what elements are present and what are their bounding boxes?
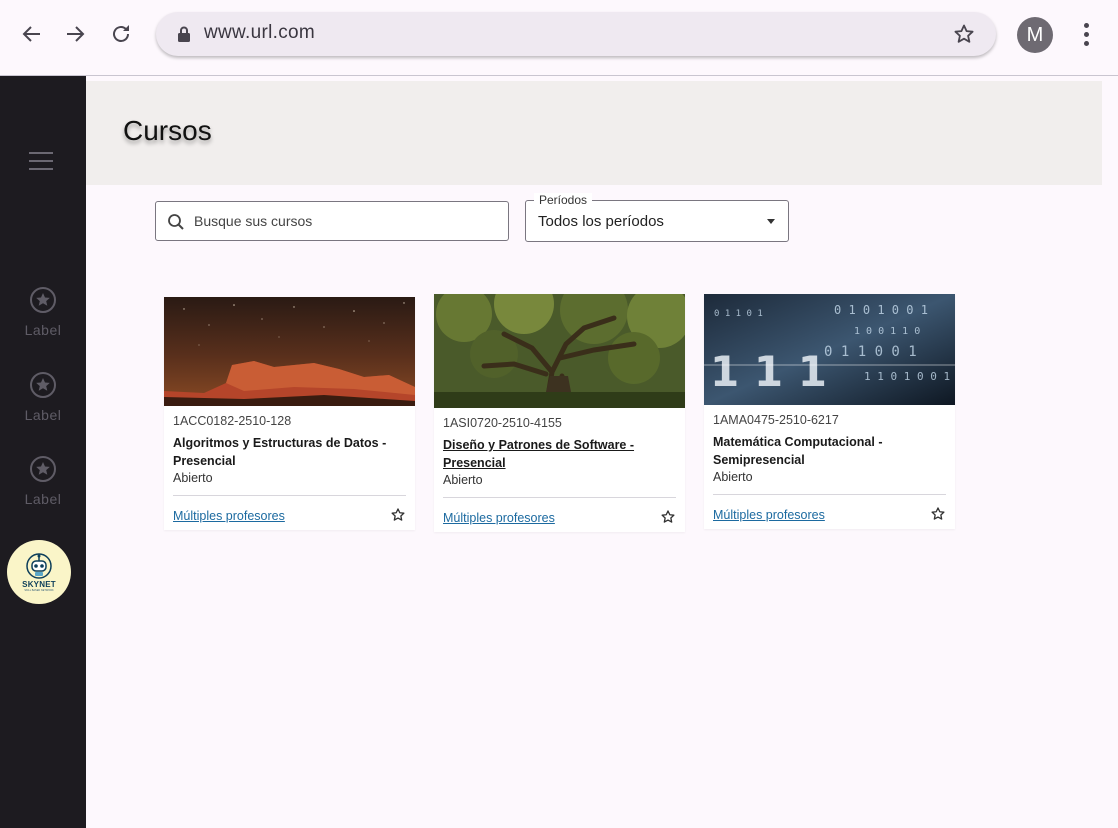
course-code: 1AMA0475-2510-6217 [713,413,839,427]
svg-text:0 1 0 1 0 0 1: 0 1 0 1 0 0 1 [834,303,928,317]
rail-item-3[interactable]: Label [0,455,86,507]
favorite-star-icon[interactable] [930,506,946,522]
address-bar[interactable]: www.url.com [156,12,996,56]
teachers-link[interactable]: Múltiples profesores [443,511,555,525]
skynet-logo[interactable]: SKYNET SKILL BASED NETWORK [7,540,71,604]
course-card[interactable]: 1ASI0720-2510-4155 Diseño y Patrones de … [434,294,685,532]
svg-text:0 1 1 0 1: 0 1 1 0 1 [714,309,763,319]
star-circle-icon [30,287,56,313]
star-circle-icon [30,372,56,398]
teachers-link[interactable]: Múltiples profesores [173,509,285,523]
rail-item-label: Label [24,407,62,423]
url-text[interactable]: www.url.com [204,22,315,44]
course-code: 1ASI0720-2510-4155 [443,416,562,430]
page-title: Cursos [123,115,212,146]
search-icon [168,214,184,230]
course-status: Abierto [443,473,483,487]
browser-toolbar: www.url.com M [0,0,1118,76]
forward-icon[interactable] [59,18,91,50]
course-status: Abierto [713,470,753,484]
rail-item-2[interactable]: Label [0,371,86,423]
course-image-green-tree [434,294,685,408]
period-select[interactable]: Períodos Todos los períodos [525,193,789,242]
back-icon[interactable] [16,18,48,50]
rail-item-label: Label [24,322,62,338]
course-code: 1ACC0182-2510-128 [173,414,292,428]
svg-text:1 1 0 1 0 0 1: 1 1 0 1 0 0 1 [864,370,950,383]
search-input[interactable] [194,202,494,240]
favorite-star-icon[interactable] [660,509,676,525]
course-title[interactable]: Algoritmos y Estructuras de Datos - Pres… [173,434,406,470]
star-circle-icon [30,456,56,482]
avatar[interactable]: M [1017,17,1053,53]
dropdown-arrow-icon [767,219,775,224]
rail-item-label: Label [24,491,62,507]
course-title[interactable]: Matemática Computacional - Semipresencia… [713,433,946,469]
svg-text:1 1 1: 1 1 1 [710,347,827,396]
page-header: Cursos [86,81,1102,185]
teachers-link[interactable]: Múltiples profesores [713,508,825,522]
course-title[interactable]: Diseño y Patrones de Software - Presenci… [443,436,676,472]
lock-icon [178,26,190,42]
rail-item-1[interactable]: Label [0,286,86,338]
svg-text:0 1 1 0 0 1: 0 1 1 0 0 1 [824,344,917,360]
menu-icon[interactable] [29,152,53,170]
course-card[interactable]: 0 1 0 1 0 0 1 1 0 0 1 1 0 0 1 1 0 0 1 1 … [704,294,955,529]
robot-icon [26,552,52,579]
more-menu-icon[interactable] [1074,18,1098,50]
course-status: Abierto [173,471,213,485]
navigation-rail: Label Label Label SKYNET SKILL BASED NET… [0,76,86,828]
course-image-desert-night [164,297,415,406]
bookmark-star-icon[interactable] [952,22,976,46]
logo-subtext: SKILL BASED NETWORK [24,588,54,592]
favorite-star-icon[interactable] [390,507,406,523]
period-value: Todos los períodos [538,213,664,230]
reload-icon[interactable] [105,18,137,50]
search-field[interactable] [155,201,509,241]
course-image-binary-code: 0 1 0 1 0 0 1 1 0 0 1 1 0 0 1 1 0 0 1 1 … [704,294,955,405]
period-label: Períodos [534,193,593,207]
course-card[interactable]: 1ACC0182-2510-128 Algoritmos y Estructur… [164,297,415,530]
svg-text:1 0 0 1 1 0: 1 0 0 1 1 0 [854,326,920,337]
logo-text: SKYNET [22,579,56,589]
